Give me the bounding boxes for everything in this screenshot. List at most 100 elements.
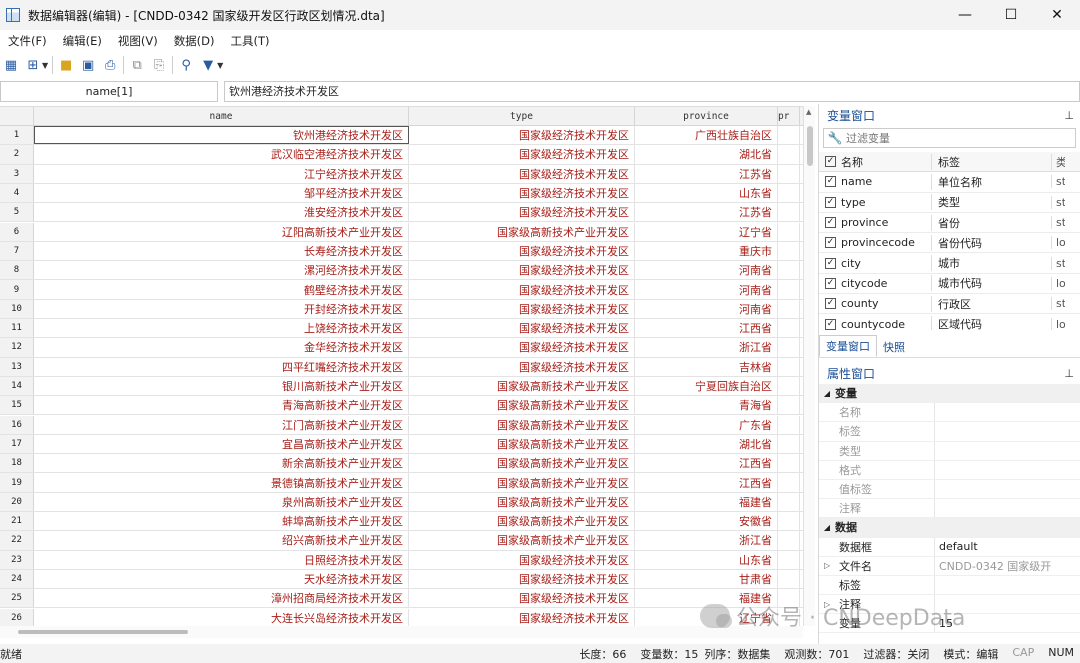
row-number[interactable]: 21 [0, 512, 34, 531]
column-header-province[interactable]: province [635, 107, 778, 126]
cell-type[interactable]: 国家级高新技术产业开发区 [409, 492, 635, 511]
cell-provincecode[interactable] [778, 319, 800, 338]
row-number[interactable]: 6 [0, 222, 34, 241]
property-row[interactable]: ▷ 文件名 CNDD-0342 国家级开 [819, 556, 1080, 576]
property-value[interactable]: 15 [935, 617, 1055, 630]
variable-row[interactable]: ✓ type 类型 st [819, 193, 1080, 213]
header-label[interactable]: 标签 [931, 153, 1051, 170]
cell-name[interactable]: 武汉临空港经济技术开发区 [34, 145, 409, 164]
cell-type[interactable]: 国家级经济技术开发区 [409, 280, 635, 299]
cell-provincecode[interactable] [778, 434, 800, 454]
edit-mode-icon[interactable]: ▦ [2, 56, 20, 74]
row-number[interactable]: 20 [0, 492, 34, 511]
cell-type[interactable]: 国家级经济技术开发区 [409, 550, 635, 569]
header-type[interactable]: 类 [1051, 153, 1065, 170]
cell-name[interactable]: 上饶经济技术开发区 [34, 319, 409, 338]
table-row[interactable]: 21 蚌埠高新技术产业开发区 国家级高新技术产业开发区 安徽省 [0, 512, 803, 532]
row-number[interactable]: 22 [0, 531, 34, 550]
cell-provincecode[interactable] [778, 145, 800, 164]
pin-icon[interactable]: ⊥ [1064, 109, 1074, 122]
cell-province[interactable]: 甘肃省 [635, 569, 778, 589]
table-row[interactable]: 14 银川高新技术产业开发区 国家级高新技术产业开发区 宁夏回族自治区 [0, 376, 803, 397]
cell-type[interactable]: 国家级高新技术产业开发区 [409, 473, 635, 492]
filter-icon[interactable]: ▼ [199, 56, 217, 74]
cell-provincecode[interactable] [778, 531, 800, 550]
row-number[interactable]: 13 [0, 357, 34, 376]
cell-province[interactable]: 福建省 [635, 492, 778, 511]
browse-mode-icon[interactable]: ⊞ [24, 56, 42, 74]
cell-type[interactable]: 国家级高新技术产业开发区 [409, 415, 635, 434]
print-icon[interactable]: ⎙ [101, 56, 119, 74]
cell-provincecode[interactable] [778, 338, 800, 357]
cell-name[interactable]: 天水经济技术开发区 [34, 569, 409, 589]
menu-data[interactable]: 数据(D) [166, 33, 223, 49]
menu-file[interactable]: 文件(F) [0, 33, 55, 49]
cell-name[interactable]: 江门高新技术产业开发区 [34, 415, 409, 434]
row-number[interactable]: 24 [0, 569, 34, 589]
row-number[interactable]: 25 [0, 589, 34, 608]
cell-provincecode[interactable] [778, 299, 800, 318]
data-grid[interactable]: name type province pr 1 钦州港经济技术开发区 国家级经济… [0, 106, 803, 626]
table-row[interactable]: 17 宜昌高新技术产业开发区 国家级高新技术产业开发区 湖北省 [0, 434, 803, 455]
cell-name[interactable]: 泉州高新技术产业开发区 [34, 492, 409, 511]
cell-province[interactable]: 江西省 [635, 319, 778, 338]
cell-name[interactable]: 新余高新技术产业开发区 [34, 454, 409, 473]
cell-provincecode[interactable] [778, 396, 800, 415]
property-row[interactable]: 标签 [819, 422, 1080, 442]
cell-provincecode[interactable] [778, 280, 800, 299]
property-row[interactable]: 格式 [819, 460, 1080, 480]
row-number[interactable]: 7 [0, 241, 34, 261]
cell-provincecode[interactable] [778, 550, 800, 569]
header-name[interactable]: 名称 [841, 154, 931, 170]
copy-icon[interactable]: ⧉ [128, 56, 146, 74]
row-number[interactable]: 23 [0, 550, 34, 569]
cell-name[interactable]: 开封经济技术开发区 [34, 299, 409, 318]
cell-province[interactable]: 山东省 [635, 550, 778, 569]
expand-icon[interactable]: ▷ [824, 561, 830, 570]
cell-type[interactable]: 国家级经济技术开发区 [409, 589, 635, 608]
column-header-type[interactable]: type [409, 107, 635, 126]
cell-province[interactable]: 重庆市 [635, 241, 778, 261]
variable-row[interactable]: ✓ city 城市 st [819, 253, 1080, 274]
cell-provincecode[interactable] [778, 203, 800, 222]
cell-province[interactable]: 广东省 [635, 415, 778, 434]
table-row[interactable]: 2 武汉临空港经济技术开发区 国家级经济技术开发区 湖北省 [0, 145, 803, 165]
cell-name[interactable]: 蚌埠高新技术产业开发区 [34, 512, 409, 531]
property-value[interactable]: default [935, 540, 1055, 553]
save-icon[interactable]: ▣ [79, 56, 97, 74]
cell-province[interactable]: 河南省 [635, 261, 778, 280]
table-row[interactable]: 8 漯河经济技术开发区 国家级经济技术开发区 河南省 [0, 261, 803, 281]
cell-province[interactable]: 浙江省 [635, 531, 778, 550]
cell-provincecode[interactable] [778, 126, 800, 145]
row-number[interactable]: 4 [0, 183, 34, 203]
property-row[interactable]: 数据框 default [819, 537, 1080, 557]
cell-name[interactable]: 漯河经济技术开发区 [34, 261, 409, 280]
collapse-icon[interactable]: ◢ [819, 523, 835, 532]
cell-province[interactable]: 辽宁省 [635, 222, 778, 241]
row-number[interactable]: 19 [0, 473, 34, 492]
cell-province[interactable]: 湖北省 [635, 145, 778, 164]
cell-provincecode[interactable] [778, 415, 800, 434]
corner-cell[interactable] [0, 107, 34, 126]
table-row[interactable]: 11 上饶经济技术开发区 国家级经济技术开发区 江西省 [0, 319, 803, 339]
scroll-thumb[interactable] [18, 630, 188, 634]
table-row[interactable]: 18 新余高新技术产业开发区 国家级高新技术产业开发区 江西省 [0, 454, 803, 474]
cell-type[interactable]: 国家级经济技术开发区 [409, 164, 635, 183]
variable-row[interactable]: ✓ countycode 区域代码 lo [819, 314, 1080, 330]
cell-province[interactable]: 江西省 [635, 473, 778, 492]
cell-provincecode[interactable] [778, 357, 800, 376]
chevron-down-icon[interactable]: ▼ [217, 61, 223, 70]
cell-provincecode[interactable] [778, 241, 800, 261]
cell-provincecode[interactable] [778, 512, 800, 531]
cell-type[interactable]: 国家级高新技术产业开发区 [409, 376, 635, 396]
column-header-name[interactable]: name [34, 107, 409, 126]
section-variable[interactable]: ◢ 变量 [819, 384, 1080, 404]
cell-provincecode[interactable] [778, 454, 800, 473]
select-all-checkbox[interactable]: ✓ [825, 156, 836, 168]
cell-provincecode[interactable] [778, 183, 800, 203]
cell-type[interactable]: 国家级经济技术开发区 [409, 319, 635, 338]
vertical-scrollbar[interactable]: ▲ [803, 106, 815, 626]
cell-type[interactable]: 国家级经济技术开发区 [409, 357, 635, 376]
cell-province[interactable]: 安徽省 [635, 512, 778, 531]
collapse-icon[interactable]: ◢ [819, 389, 835, 398]
